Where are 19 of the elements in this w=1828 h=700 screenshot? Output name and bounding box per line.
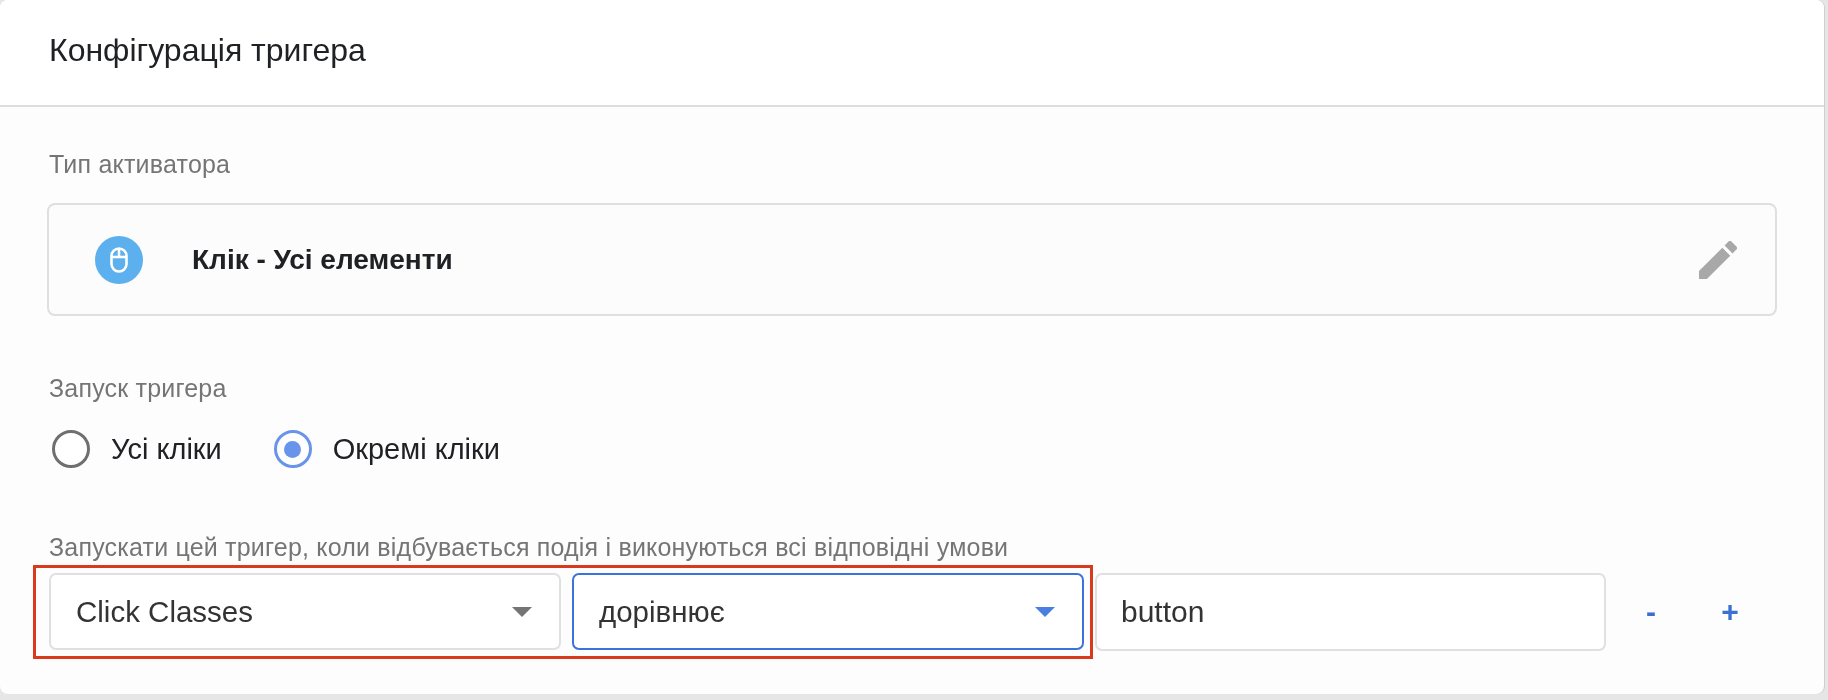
radio-button[interactable] (273, 430, 312, 468)
radio-label[interactable]: Окремі кліки (332, 432, 500, 466)
value-field[interactable]: button (1095, 573, 1606, 651)
mouse-icon (95, 235, 143, 284)
pencil-icon[interactable] (1699, 240, 1737, 279)
trigger-type-card[interactable]: Клік - Усі елементи (47, 203, 1777, 316)
remove-button[interactable]: - (1631, 592, 1671, 632)
radio-button[interactable] (52, 430, 90, 468)
radio-label[interactable]: Усі кліки (111, 432, 222, 466)
caret-icon (512, 606, 532, 617)
section-label: Запускати цей тригер, коли відбувається подія і виконуються всі відповідні умови (49, 533, 1009, 561)
operator-select[interactable]: дорівнює (572, 573, 1084, 650)
trigger-type-name: Клік - Усі елементи (192, 243, 454, 276)
caret-icon (1035, 606, 1055, 617)
section-label: Запуск тригера (49, 374, 227, 402)
section-label: Тип активатора (49, 150, 231, 178)
variable-select[interactable]: Click Classes (49, 573, 561, 650)
panel-title: Конфігурація тригера (49, 32, 366, 69)
add-button[interactable]: + (1710, 592, 1750, 632)
